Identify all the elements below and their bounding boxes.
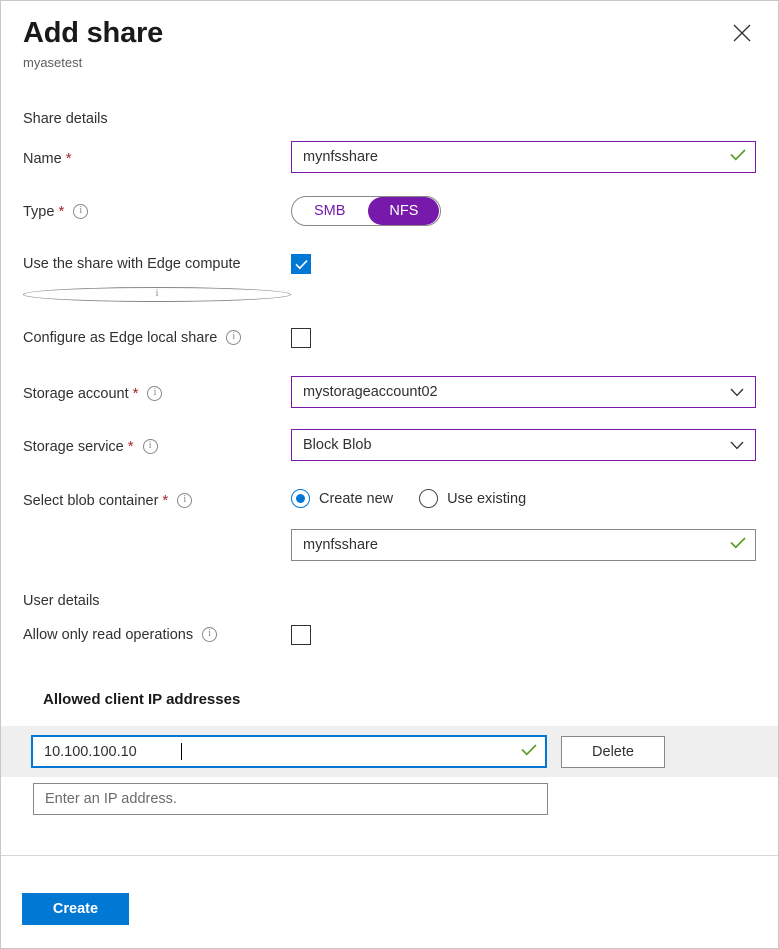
type-label-text: Type (23, 202, 54, 222)
allowed-ip-row: Delete (1, 726, 778, 777)
new-ip-row (1, 777, 778, 815)
edge-local-label-text: Configure as Edge local share (23, 328, 217, 348)
blob-container-label-text: Select blob container (23, 491, 158, 511)
name-required-marker: * (66, 149, 72, 169)
storage-account-label-text: Storage account (23, 384, 129, 404)
new-ip-input[interactable] (33, 783, 548, 815)
row-edge-compute: Use the share with Edge compute i (1, 248, 778, 300)
type-option-smb[interactable]: SMB (293, 197, 366, 225)
blob-container-radio-group: Create new Use existing (291, 483, 526, 508)
read-only-label: Allow only read operations i (23, 619, 291, 645)
storage-service-label: Storage service * i (23, 429, 291, 457)
edge-compute-checkbox-wrap (291, 248, 311, 275)
radio-create-new[interactable]: Create new (291, 489, 393, 508)
storage-service-select[interactable]: Block Blob (291, 429, 756, 461)
storage-account-required-marker: * (133, 384, 139, 404)
panel-header: Add share myasetest (23, 15, 758, 72)
radio-use-existing-control[interactable] (419, 489, 438, 508)
read-only-label-text: Allow only read operations (23, 625, 193, 645)
share-details-heading: Share details (1, 109, 778, 129)
storage-account-label: Storage account * i (23, 376, 291, 404)
type-label: Type * i (23, 194, 291, 222)
storage-account-info-icon[interactable]: i (147, 386, 162, 401)
footer-divider (1, 855, 778, 856)
blob-container-required-marker: * (162, 491, 168, 511)
storage-service-label-text: Storage service (23, 437, 124, 457)
edge-local-checkbox[interactable] (291, 328, 311, 348)
edge-compute-checkbox[interactable] (291, 254, 311, 274)
edge-local-label: Configure as Edge local share i (23, 322, 291, 348)
row-storage-account: Storage account * i mystorageaccount02 (1, 376, 778, 408)
chevron-down-icon (730, 441, 744, 450)
read-only-info-icon[interactable]: i (202, 627, 217, 642)
read-only-checkbox-wrap (291, 619, 311, 650)
add-share-panel: Add share myasetest Share details Name * (0, 0, 779, 949)
edge-compute-label-text: Use the share with Edge compute (23, 254, 241, 274)
row-read-only: Allow only read operations i (1, 619, 778, 650)
name-label-text: Name (23, 149, 62, 169)
container-name-field-wrap (291, 529, 756, 561)
user-details-heading: User details (1, 591, 778, 611)
name-label: Name * (23, 141, 291, 169)
type-required-marker: * (58, 202, 64, 222)
radio-create-new-control[interactable] (291, 489, 310, 508)
edge-local-info-icon[interactable]: i (226, 330, 241, 345)
container-name-input[interactable] (291, 529, 756, 561)
allowed-ip-field-wrap (31, 735, 547, 768)
edge-compute-label: Use the share with Edge compute i (23, 248, 291, 300)
storage-account-select[interactable]: mystorageaccount02 (291, 376, 756, 408)
radio-use-existing[interactable]: Use existing (419, 489, 526, 508)
name-input[interactable] (291, 141, 756, 173)
allowed-ip-input[interactable] (31, 735, 547, 768)
create-button[interactable]: Create (22, 893, 129, 925)
row-storage-service: Storage service * i Block Blob (1, 429, 778, 461)
allowed-ip-heading: Allowed client IP addresses (1, 690, 778, 710)
storage-service-info-icon[interactable]: i (143, 439, 158, 454)
row-type: Type * i SMB NFS (1, 194, 778, 226)
storage-service-required-marker: * (128, 437, 134, 457)
page-subtitle: myasetest (23, 54, 758, 72)
storage-service-value: Block Blob (292, 437, 730, 453)
blob-container-label: Select blob container * i (23, 483, 291, 511)
type-toggle-wrap: SMB NFS (291, 194, 441, 226)
row-name: Name * (1, 141, 778, 173)
close-icon (733, 24, 751, 42)
storage-account-value: mystorageaccount02 (292, 384, 730, 400)
share-form: Share details Name * Type * i (1, 109, 778, 815)
radio-create-new-label: Create new (319, 491, 393, 507)
radio-use-existing-label: Use existing (447, 491, 526, 507)
name-field-wrap (291, 141, 756, 173)
delete-ip-button[interactable]: Delete (561, 736, 665, 768)
type-toggle[interactable]: SMB NFS (291, 196, 441, 226)
page-title: Add share (23, 15, 758, 51)
row-blob-container: Select blob container * i Create new Use… (1, 483, 778, 511)
read-only-checkbox[interactable] (291, 625, 311, 645)
type-info-icon[interactable]: i (73, 204, 88, 219)
blob-container-info-icon[interactable]: i (177, 493, 192, 508)
edge-local-checkbox-wrap (291, 322, 311, 353)
row-edge-local: Configure as Edge local share i (1, 322, 778, 353)
new-ip-field-wrap (33, 783, 548, 815)
row-container-name (1, 529, 778, 561)
edge-compute-info-icon[interactable]: i (23, 287, 291, 302)
chevron-down-icon (730, 388, 744, 397)
type-option-nfs[interactable]: NFS (368, 197, 439, 225)
close-button[interactable] (724, 15, 760, 51)
